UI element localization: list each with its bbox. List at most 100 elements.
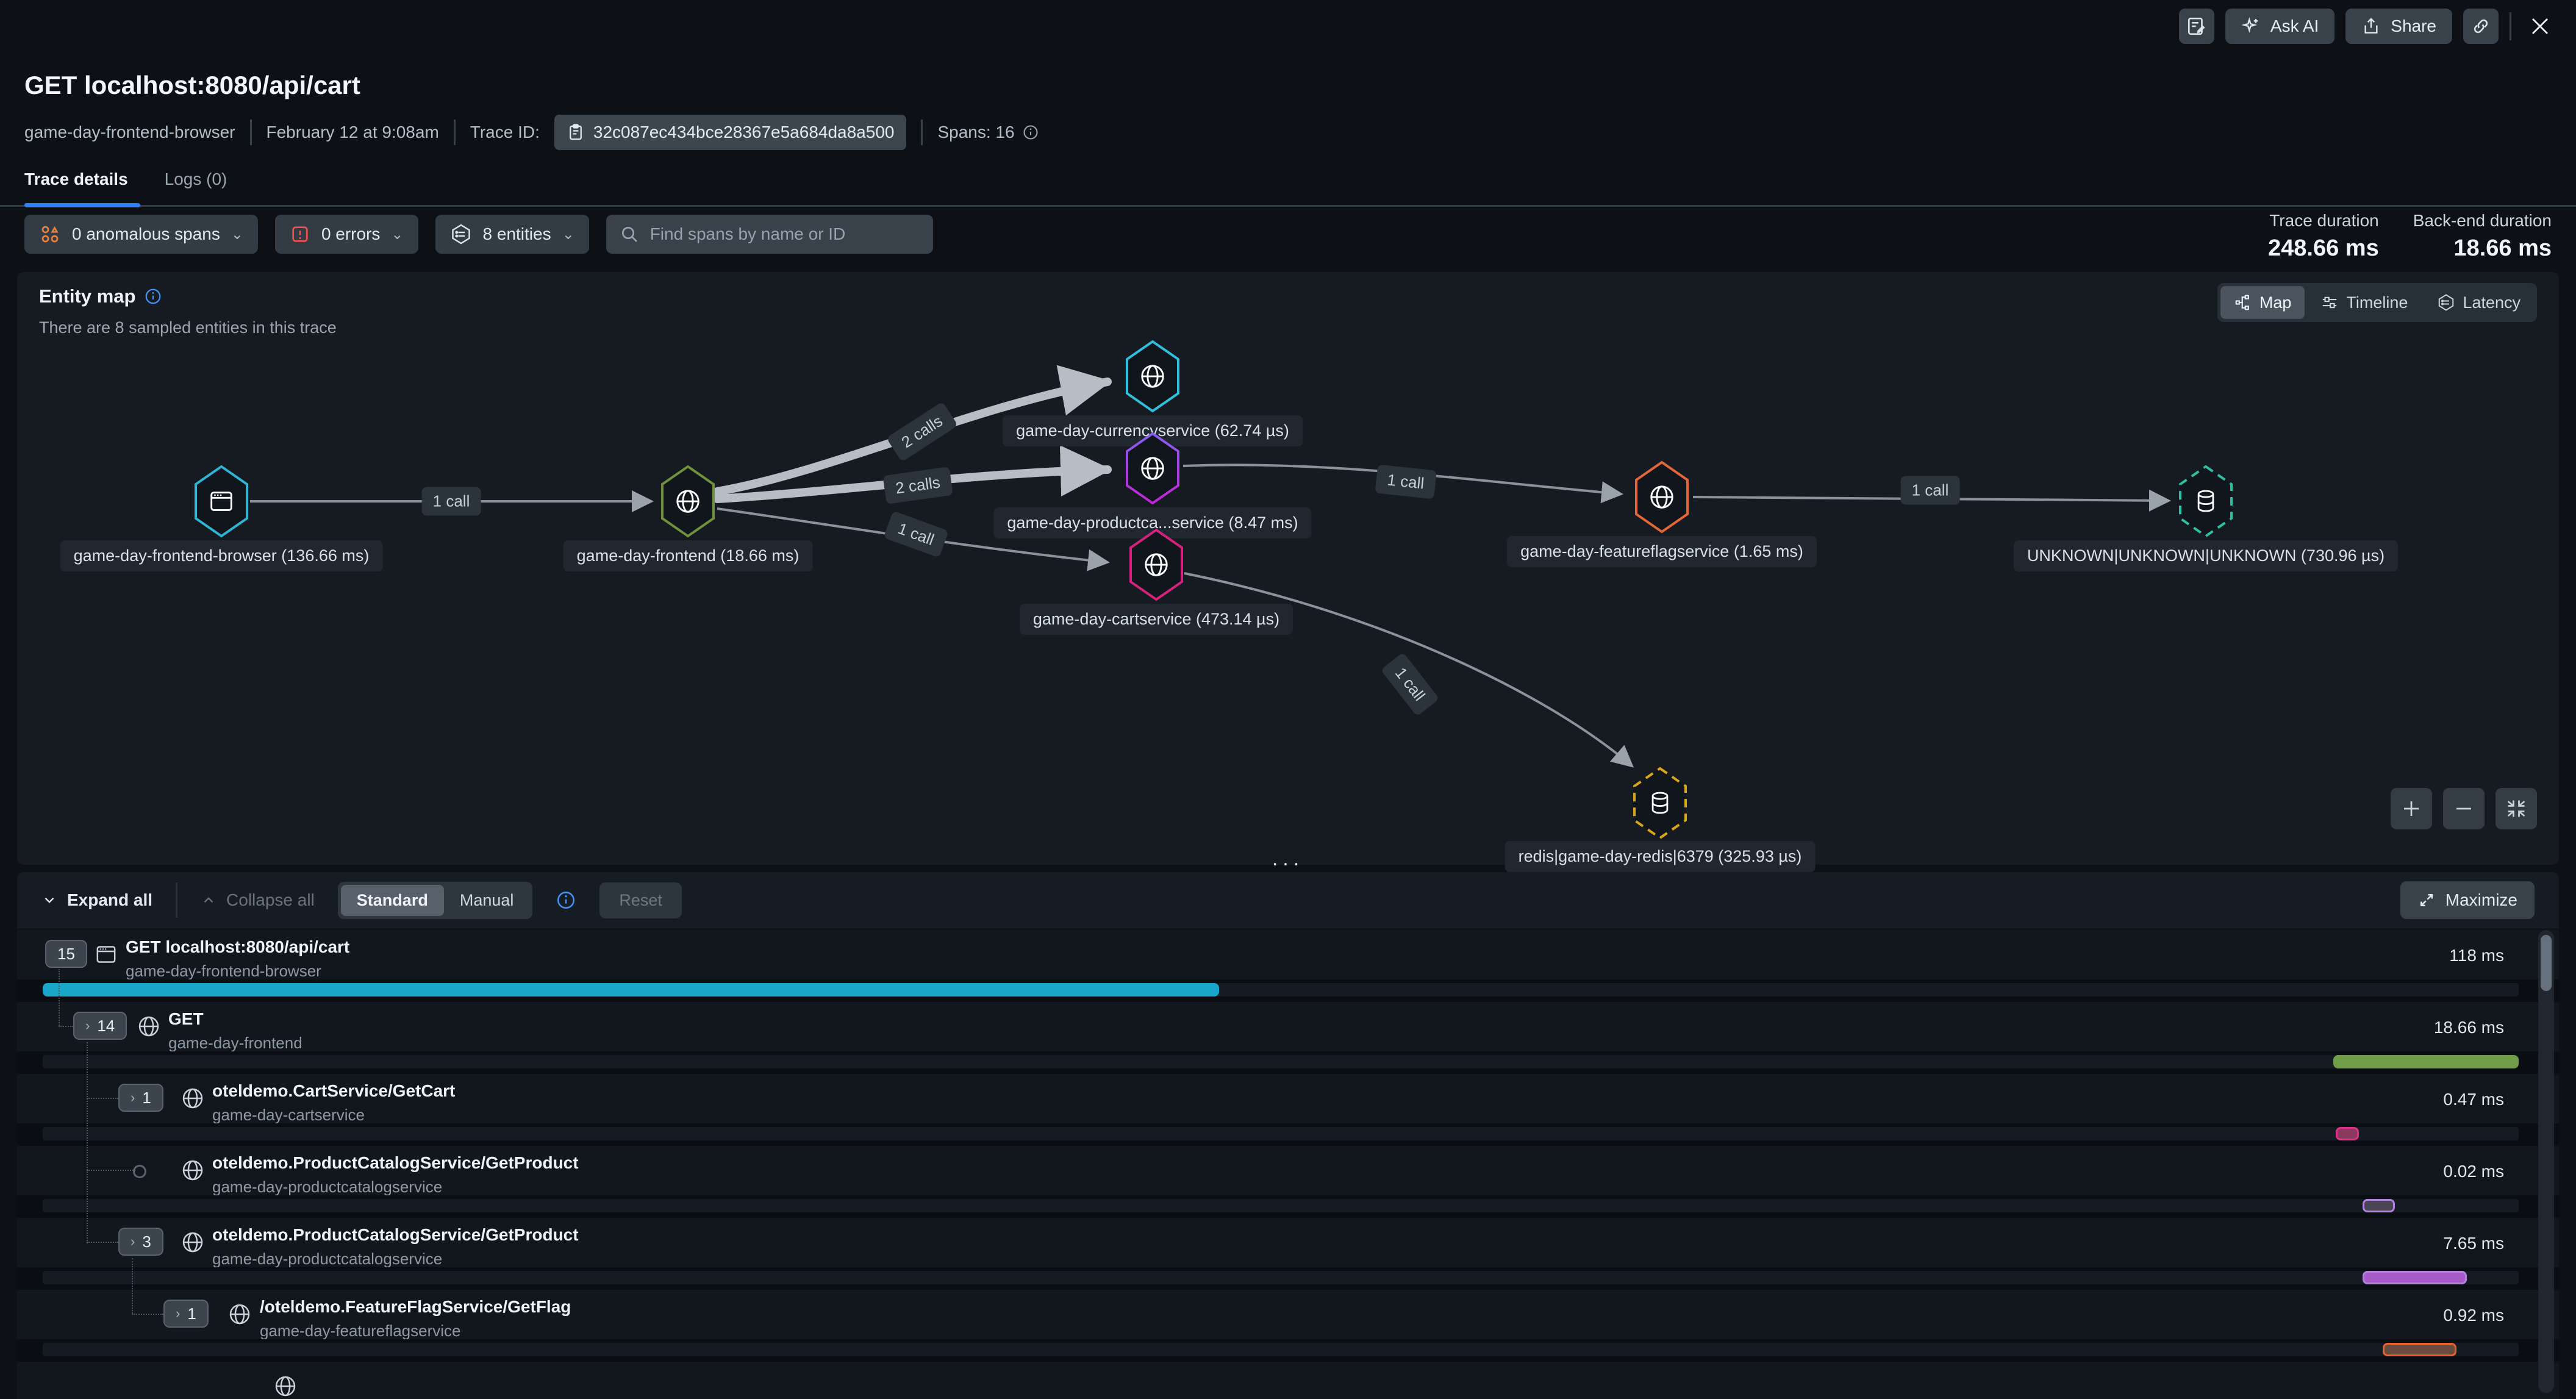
span-row-partial[interactable] (17, 1362, 2559, 1399)
mode-manual-button[interactable]: Manual (444, 885, 530, 916)
zoom-out-button[interactable] (2443, 788, 2485, 829)
badge-count: 1 (187, 1304, 196, 1323)
span-row[interactable]: › 1 oteldemo.CartService/GetCart game-da… (17, 1074, 2559, 1146)
tab-bar: Trace details Logs (0) (24, 170, 227, 189)
expand-all-button[interactable]: Expand all (41, 890, 152, 910)
collapse-all-button[interactable]: Collapse all (201, 890, 315, 910)
span-service: game-day-featureflagservice (260, 1322, 461, 1340)
database-icon (2178, 464, 2234, 538)
tab-trace-details[interactable]: Trace details (24, 170, 128, 189)
anomalous-spans-label: 0 anomalous spans (72, 224, 220, 244)
span-row[interactable]: › 1 /oteldemo.FeatureFlagService/GetFlag… (17, 1290, 2559, 1362)
maximize-label: Maximize (2445, 890, 2517, 910)
span-count-badge[interactable]: › 14 (73, 1012, 127, 1040)
span-bar[interactable] (2336, 1127, 2360, 1140)
timeline-band (17, 1051, 2559, 1072)
span-count-badge[interactable]: › 3 (118, 1228, 163, 1256)
entity-node-featureflagservice[interactable] (1634, 460, 1690, 534)
span-row[interactable]: oteldemo.ProductCatalogService/GetProduc… (17, 1146, 2559, 1218)
top-action-bar: Ask AI Share (2179, 9, 2558, 44)
timeline-track (43, 1343, 2519, 1356)
panel-resize-handle[interactable]: ... (1272, 853, 1304, 865)
span-service: game-day-frontend-browser (126, 962, 321, 981)
note-edit-icon (2186, 16, 2207, 37)
close-button[interactable] (2522, 9, 2558, 44)
span-duration: 0.92 ms (2443, 1306, 2504, 1325)
chevron-down-icon: ⌄ (231, 226, 243, 243)
expand-arrows-icon (2417, 891, 2436, 909)
span-count-badge[interactable]: 15 (45, 940, 87, 968)
fit-view-button[interactable] (2496, 788, 2537, 829)
span-row[interactable]: › 14 GET game-day-frontend 18.66 ms (17, 1002, 2559, 1074)
tab-logs[interactable]: Logs (0) (165, 170, 227, 189)
entity-node-currencyservice[interactable] (1125, 339, 1181, 413)
entity-node-productcatalogservice[interactable] (1125, 431, 1181, 506)
info-icon[interactable] (556, 890, 576, 911)
globe-icon (660, 464, 716, 538)
entity-node-unknown-database[interactable] (2178, 464, 2234, 538)
span-duration: 0.47 ms (2443, 1090, 2504, 1109)
entity-node-label[interactable]: game-day-frontend (18.66 ms) (564, 540, 813, 571)
ask-ai-button[interactable]: Ask AI (2225, 9, 2334, 44)
browser-icon (193, 464, 249, 538)
database-icon (1632, 766, 1688, 840)
entity-node-redis[interactable] (1632, 766, 1688, 840)
entity-node-label[interactable]: game-day-cartservice (473.14 µs) (1020, 604, 1293, 635)
reset-button[interactable]: Reset (599, 882, 682, 918)
close-icon (2529, 15, 2551, 37)
span-bar[interactable] (2333, 1055, 2519, 1068)
expand-all-label: Expand all (67, 890, 152, 910)
span-duration: 7.65 ms (2443, 1234, 2504, 1253)
span-bar[interactable] (2363, 1199, 2395, 1212)
span-row[interactable]: › 3 oteldemo.ProductCatalogService/GetPr… (17, 1218, 2559, 1290)
span-service: game-day-cartservice (212, 1106, 365, 1125)
entities-filter[interactable]: 8 entities ⌄ (435, 215, 589, 254)
span-row[interactable]: 15 GET localhost:8080/api/cart game-day-… (17, 930, 2559, 1002)
entity-node-label[interactable]: game-day-featureflagservice (1.65 ms) (1507, 536, 1817, 567)
span-name: /oteldemo.FeatureFlagService/GetFlag (260, 1297, 571, 1317)
chevron-down-icon (41, 892, 57, 908)
badge-count: 1 (142, 1089, 151, 1107)
span-service: game-day-productcatalogservice (212, 1178, 442, 1197)
entity-node-label[interactable]: UNKNOWN|UNKNOWN|UNKNOWN (730.96 µs) (2014, 540, 2398, 571)
entity-node-frontend[interactable] (660, 464, 716, 538)
timeline-track (43, 983, 2519, 996)
chevron-right-icon: › (131, 1234, 135, 1250)
timeline-band (17, 1195, 2559, 1216)
search-input[interactable] (649, 224, 920, 245)
trace-id-chip[interactable]: 32c087ec434bce28367e5a684da8a500 (554, 115, 907, 150)
entity-node-label[interactable]: redis|game-day-redis|6379 (325.93 µs) (1505, 841, 1816, 872)
span-bar[interactable] (2363, 1271, 2467, 1284)
trace-id-value: 32c087ec434bce28367e5a684da8a500 (593, 123, 895, 142)
span-count-badge[interactable]: › 1 (163, 1300, 209, 1328)
share-label: Share (2391, 16, 2436, 36)
mode-standard-button[interactable]: Standard (341, 885, 444, 916)
globe-icon (181, 1230, 205, 1254)
entity-node-label[interactable]: game-day-frontend-browser (136.66 ms) (60, 540, 383, 571)
chevron-up-icon (201, 892, 216, 908)
span-bar[interactable] (2383, 1343, 2457, 1356)
maximize-button[interactable]: Maximize (2400, 881, 2535, 919)
span-bar[interactable] (43, 983, 1219, 996)
annotate-button[interactable] (2179, 9, 2214, 44)
errors-filter[interactable]: 0 errors ⌄ (275, 215, 418, 254)
entity-node-cartservice[interactable] (1128, 528, 1184, 602)
anomalous-spans-filter[interactable]: 0 anomalous spans ⌄ (24, 215, 258, 254)
globe-icon (181, 1086, 205, 1111)
copy-link-button[interactable] (2463, 9, 2499, 44)
clipboard-icon (567, 123, 585, 141)
scrollbar-thumb[interactable] (2541, 935, 2552, 991)
timeline-band (17, 1123, 2559, 1144)
waterfall-scrollbar[interactable] (2538, 930, 2554, 1393)
span-count-badge[interactable]: › 1 (118, 1084, 163, 1112)
info-icon[interactable] (1022, 124, 1039, 141)
globe-icon (227, 1302, 252, 1326)
globe-icon (1128, 528, 1184, 602)
span-duration: 18.66 ms (2434, 1018, 2504, 1037)
span-search[interactable] (606, 215, 933, 254)
share-button[interactable]: Share (2345, 9, 2452, 44)
zoom-in-button[interactable] (2391, 788, 2432, 829)
collapse-arrows-icon (2505, 798, 2527, 820)
entity-node-frontend-browser[interactable] (193, 464, 249, 538)
chevron-down-icon: ⌄ (391, 226, 403, 243)
